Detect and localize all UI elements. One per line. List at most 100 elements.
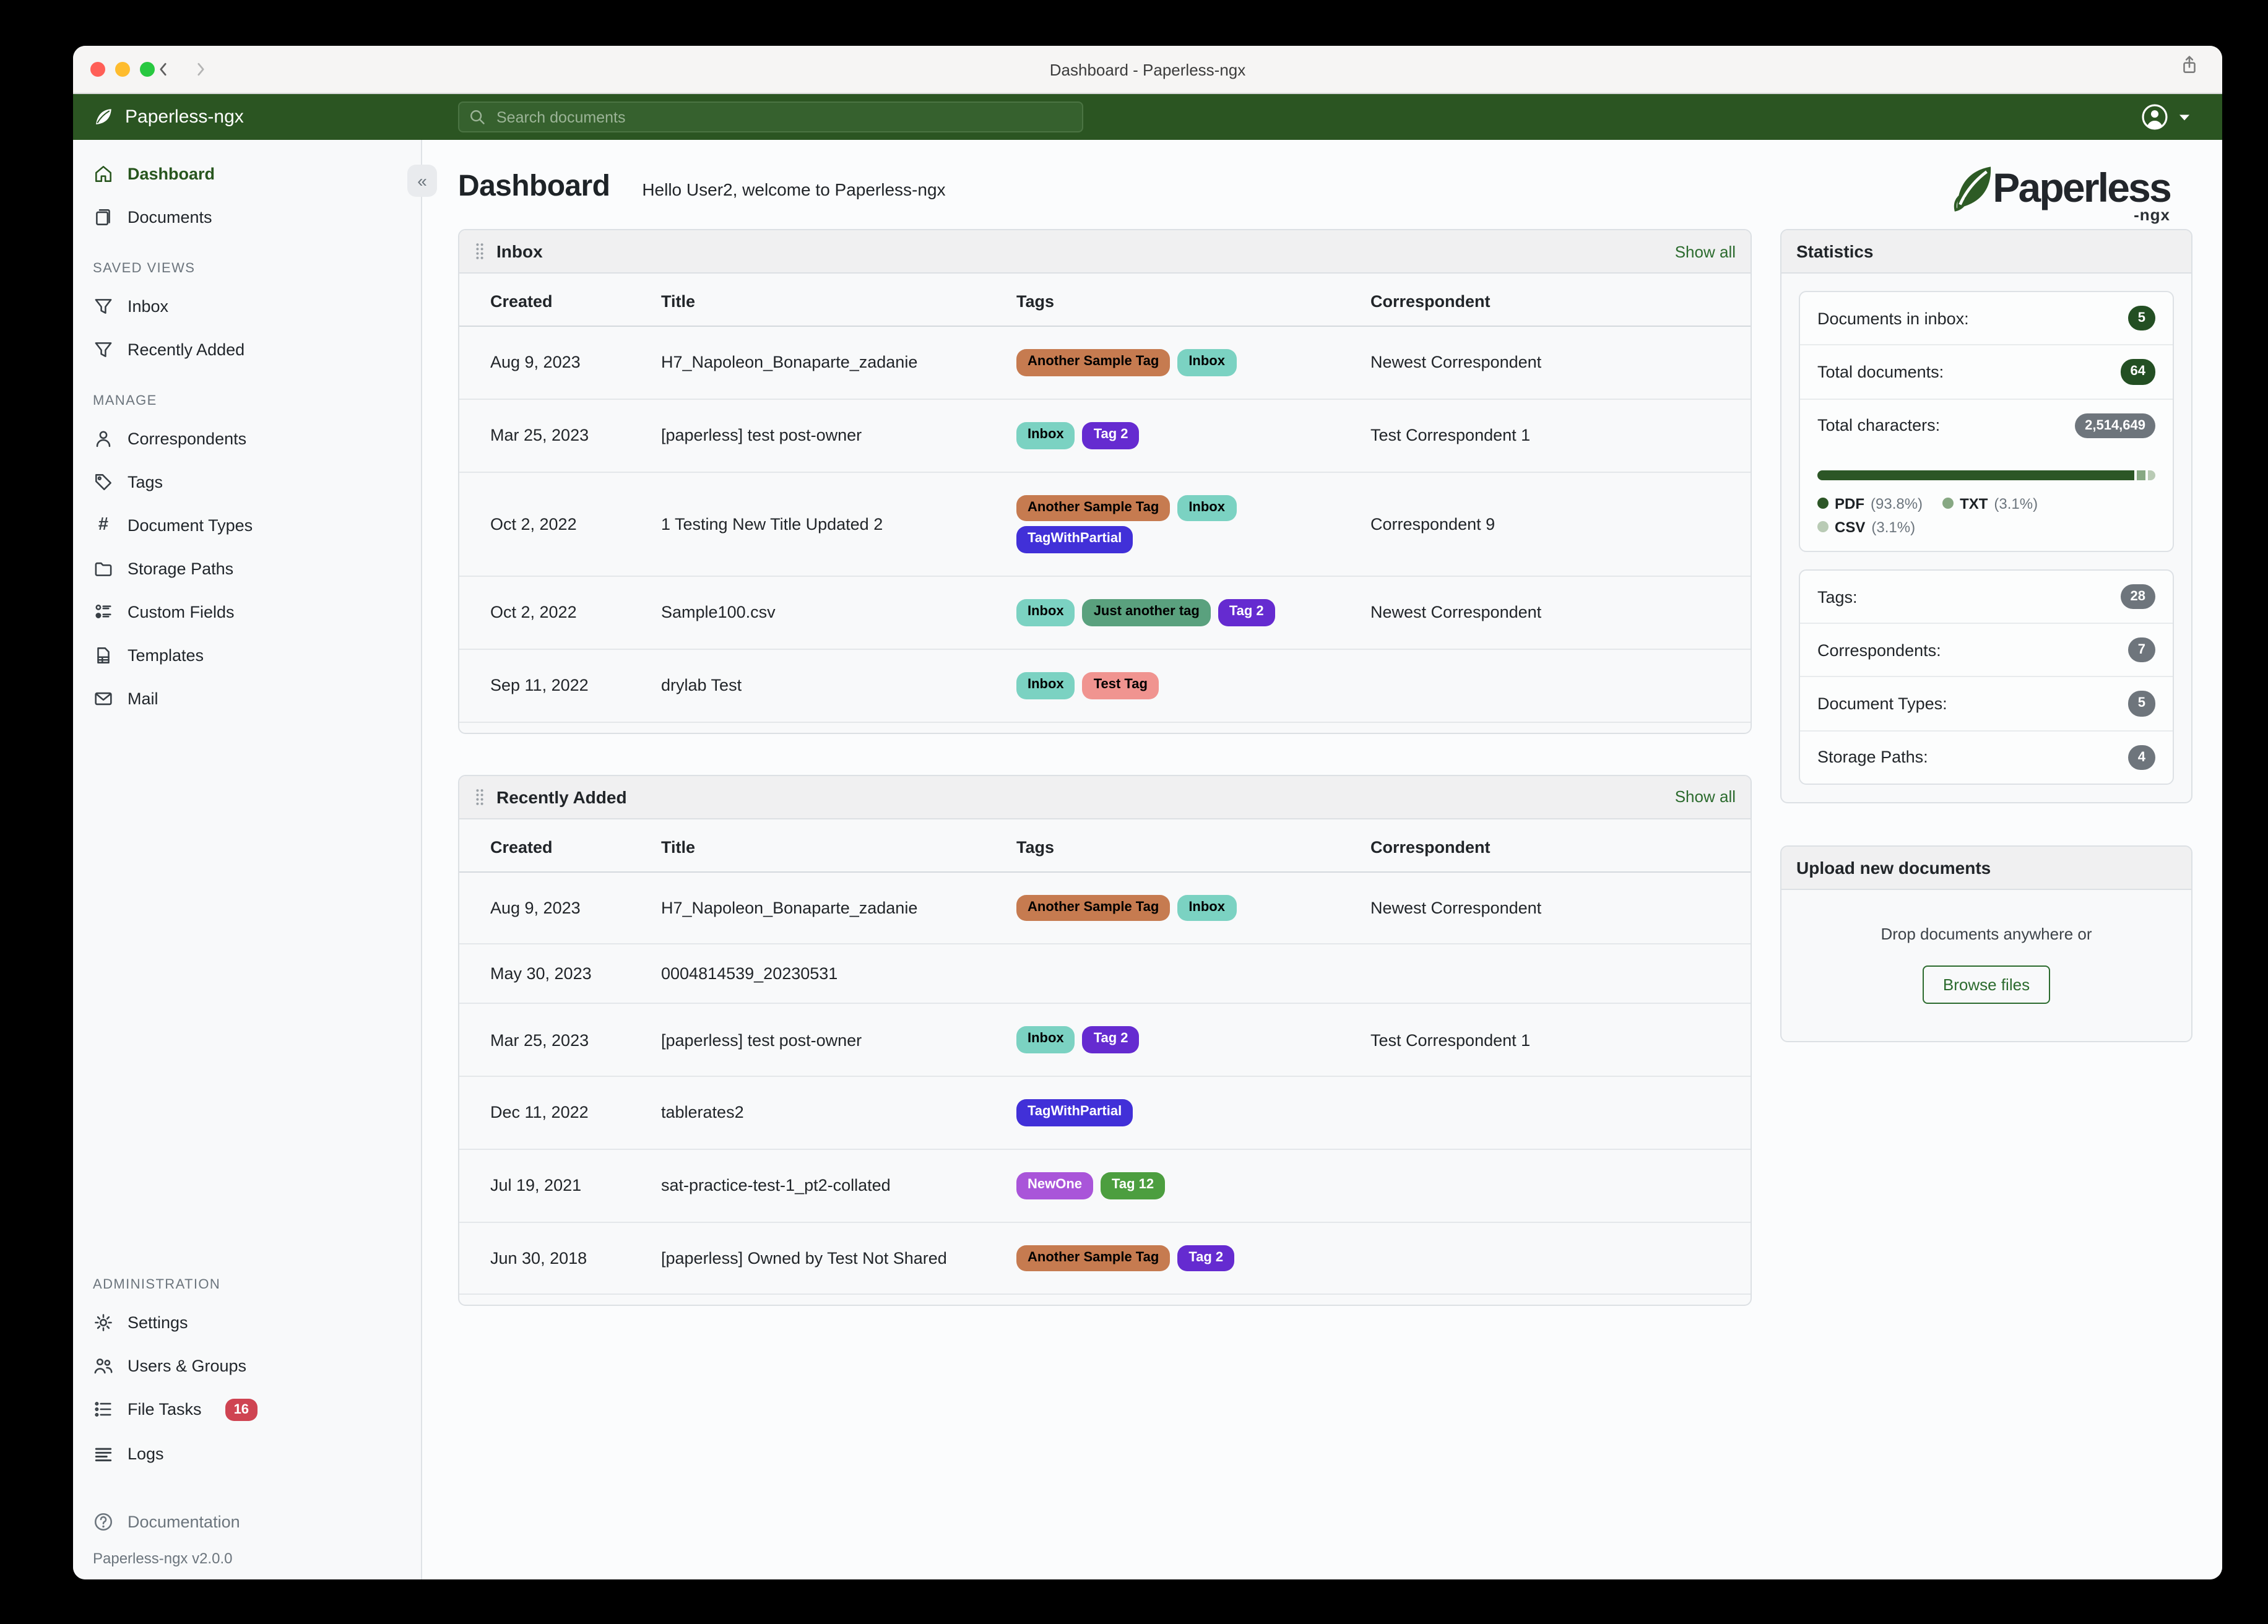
sidebar-item-logs[interactable]: Logs bbox=[73, 1432, 421, 1475]
sidebar-item-templates[interactable]: Templates bbox=[73, 634, 421, 677]
search-input[interactable] bbox=[458, 102, 1083, 132]
document-row[interactable]: May 30, 2023 0004814539_20230531 bbox=[459, 944, 1751, 1004]
document-row[interactable]: Sep 11, 2022 drylab Test Inbox Test Tag bbox=[459, 649, 1751, 722]
sidebar-item-file-tasks[interactable]: File Tasks 16 bbox=[73, 1387, 421, 1432]
sidebar-item-recently-added[interactable]: Recently Added bbox=[73, 328, 421, 371]
filter-icon bbox=[93, 296, 114, 317]
sidebar-item-label: Correspondents bbox=[128, 430, 247, 448]
sidebar-item-tags[interactable]: Tags bbox=[73, 460, 421, 504]
legend-pct: (3.1%) bbox=[1994, 495, 2038, 512]
legend-name: CSV bbox=[1835, 518, 1866, 536]
cell-created: Oct 2, 2022 bbox=[459, 576, 649, 650]
page-title: Dashboard bbox=[458, 170, 610, 203]
back-icon[interactable] bbox=[155, 61, 172, 78]
document-row[interactable]: Aug 9, 2023 H7_Napoleon_Bonaparte_zadanie… bbox=[459, 326, 1751, 400]
chevron-down-icon bbox=[2179, 113, 2190, 121]
tag-pill-inbox[interactable]: Inbox bbox=[1016, 1026, 1075, 1053]
cell-correspondent: Test Correspondent 1 bbox=[1358, 1003, 1751, 1077]
tag-pill-test-tag[interactable]: Test Tag bbox=[1082, 672, 1159, 699]
sidebar-section-heading-administration: ADMINISTRATION bbox=[93, 1277, 221, 1292]
tag-pill-inbox[interactable]: Inbox bbox=[1177, 495, 1236, 522]
sidebar-item-documents[interactable]: Documents bbox=[73, 196, 421, 239]
stat-value-badge: 7 bbox=[2127, 637, 2155, 663]
tag-pill-tag-2[interactable]: Tag 2 bbox=[1082, 1026, 1140, 1053]
widget-title: Inbox bbox=[496, 241, 543, 261]
sidebar-item-storage-paths[interactable]: Storage Paths bbox=[73, 547, 421, 590]
tag-pill-tag-2[interactable]: Tag 2 bbox=[1082, 421, 1140, 449]
drag-handle-icon[interactable] bbox=[474, 787, 485, 806]
tag-pill-inbox[interactable]: Inbox bbox=[1016, 599, 1075, 626]
app-brand[interactable]: Paperless-ngx bbox=[93, 106, 244, 127]
sidebar-collapse-button[interactable]: « bbox=[407, 165, 437, 197]
window-titlebar: Dashboard - Paperless-ngx bbox=[73, 46, 2222, 94]
cell-correspondent: Test Correspondent 1 bbox=[1358, 399, 1751, 472]
document-row[interactable]: Aug 9, 2023 H7_Napoleon_Bonaparte_zadanie… bbox=[459, 871, 1751, 945]
sidebar-item-custom-fields[interactable]: Custom Fields bbox=[73, 590, 421, 634]
tag-pill-inbox[interactable]: Inbox bbox=[1177, 894, 1236, 922]
cell-title: 1 Testing New Title Updated 2 bbox=[649, 472, 1004, 577]
stats-doc-rows: Documents in inbox: 5 Total documents: 64 To… bbox=[1800, 292, 2173, 452]
document-row[interactable]: Oct 2, 2022 1 Testing New Title Updated 2… bbox=[459, 472, 1751, 577]
show-all-link[interactable]: Show all bbox=[1675, 242, 1736, 261]
tag-pill-just-another-tag[interactable]: Just another tag bbox=[1082, 599, 1211, 626]
document-row[interactable]: Oct 2, 2022 Sample100.csv Inbox Just anothe… bbox=[459, 576, 1751, 650]
minimize-window-button[interactable] bbox=[115, 62, 130, 77]
tag-pill-tag-2[interactable]: Tag 2 bbox=[1218, 599, 1275, 626]
column-header-title: Title bbox=[649, 274, 1004, 327]
user-menu[interactable] bbox=[2140, 103, 2190, 131]
share-icon[interactable] bbox=[2179, 54, 2200, 76]
tag-pill-tagwithpartial[interactable]: TagWithPartial bbox=[1016, 1099, 1133, 1126]
stat-value-badge: 2,514,649 bbox=[2075, 413, 2155, 438]
cell-tags bbox=[1004, 944, 1358, 1004]
document-row[interactable]: Jun 30, 2018 [paperless] Owned by Test No… bbox=[459, 1222, 1751, 1295]
search-icon bbox=[468, 107, 487, 126]
upload-header: Upload new documents bbox=[1781, 847, 2191, 891]
tag-pill-inbox[interactable]: Inbox bbox=[1016, 421, 1075, 449]
tag-pill-another-sample-tag[interactable]: Another Sample Tag bbox=[1016, 894, 1171, 922]
sidebar-item-users-groups[interactable]: Users & Groups bbox=[73, 1344, 421, 1387]
cell-tags: Another Sample Tag Tag 2 bbox=[1004, 1222, 1358, 1295]
tag-pill-tag-12[interactable]: Tag 12 bbox=[1101, 1172, 1166, 1199]
stat-value-badge: 64 bbox=[2120, 359, 2155, 385]
stat-label: Total documents: bbox=[1817, 362, 1944, 381]
sidebar-item-documentation[interactable]: Documentation bbox=[73, 1500, 421, 1544]
sidebar-nav: Dashboard Documents SAVED VIEWS Inbox Recent… bbox=[73, 140, 422, 1579]
tag-pill-another-sample-tag[interactable]: Another Sample Tag bbox=[1016, 349, 1171, 376]
tag-pill-newone[interactable]: NewOne bbox=[1016, 1172, 1094, 1199]
document-row[interactable]: Mar 25, 2023 [paperless] test post-owner I… bbox=[459, 399, 1751, 472]
zoom-window-button[interactable] bbox=[140, 62, 155, 77]
tag-pill-tagwithpartial[interactable]: TagWithPartial bbox=[1016, 526, 1133, 553]
tag-pill-inbox[interactable]: Inbox bbox=[1016, 672, 1075, 699]
sidebar-item-label: Tags bbox=[128, 473, 163, 491]
legend-dot bbox=[1817, 521, 1829, 533]
table-header-row: Created Title Tags Correspondent bbox=[459, 274, 1751, 327]
browse-files-button[interactable]: Browse files bbox=[1923, 965, 2050, 1004]
cell-created: Dec 11, 2022 bbox=[459, 1076, 649, 1150]
sidebar-item-mail[interactable]: Mail bbox=[73, 677, 421, 720]
close-window-button[interactable] bbox=[90, 62, 105, 77]
sidebar-item-settings[interactable]: Settings bbox=[73, 1300, 421, 1344]
sidebar-item-dashboard[interactable]: Dashboard bbox=[73, 152, 421, 196]
document-row[interactable]: Mar 25, 2023 [paperless] test post-owner I… bbox=[459, 1003, 1751, 1077]
cell-title: sat-practice-test-1_pt2-collated bbox=[649, 1149, 1004, 1222]
window-title: Dashboard - Paperless-ngx bbox=[1049, 60, 1246, 79]
sidebar-item-inbox[interactable]: Inbox bbox=[73, 285, 421, 328]
document-row[interactable]: Jul 19, 2021 sat-practice-test-1_pt2-coll… bbox=[459, 1149, 1751, 1222]
show-all-link[interactable]: Show all bbox=[1675, 787, 1736, 806]
stats-objects-group: Tags: 28 Correspondents: 7 Document Types: 5 S… bbox=[1799, 569, 2174, 785]
upload-dropzone[interactable]: Drop documents anywhere or Browse files bbox=[1781, 890, 2191, 1041]
cell-title: [paperless] test post-owner bbox=[649, 399, 1004, 472]
tag-pill-tag-2[interactable]: Tag 2 bbox=[1177, 1245, 1235, 1272]
tag-pill-another-sample-tag[interactable]: Another Sample Tag bbox=[1016, 1245, 1171, 1272]
document-row[interactable]: Dec 11, 2022 tablerates2 TagWithPartial bbox=[459, 1076, 1751, 1150]
sidebar-item-document-types[interactable]: # Document Types bbox=[73, 504, 421, 547]
forward-icon[interactable] bbox=[192, 61, 209, 78]
cell-title: H7_Napoleon_Bonaparte_zadanie bbox=[649, 871, 1004, 945]
sidebar-item-correspondents[interactable]: Correspondents bbox=[73, 417, 421, 460]
tag-pill-inbox[interactable]: Inbox bbox=[1177, 349, 1236, 376]
bar-segment-csv bbox=[2145, 470, 2155, 480]
drag-handle-icon[interactable] bbox=[474, 241, 485, 261]
stat-value-badge: 5 bbox=[2127, 691, 2155, 717]
tag-pill-another-sample-tag[interactable]: Another Sample Tag bbox=[1016, 495, 1171, 522]
stat-row-storage-paths: Storage Paths: 4 bbox=[1800, 732, 2173, 784]
